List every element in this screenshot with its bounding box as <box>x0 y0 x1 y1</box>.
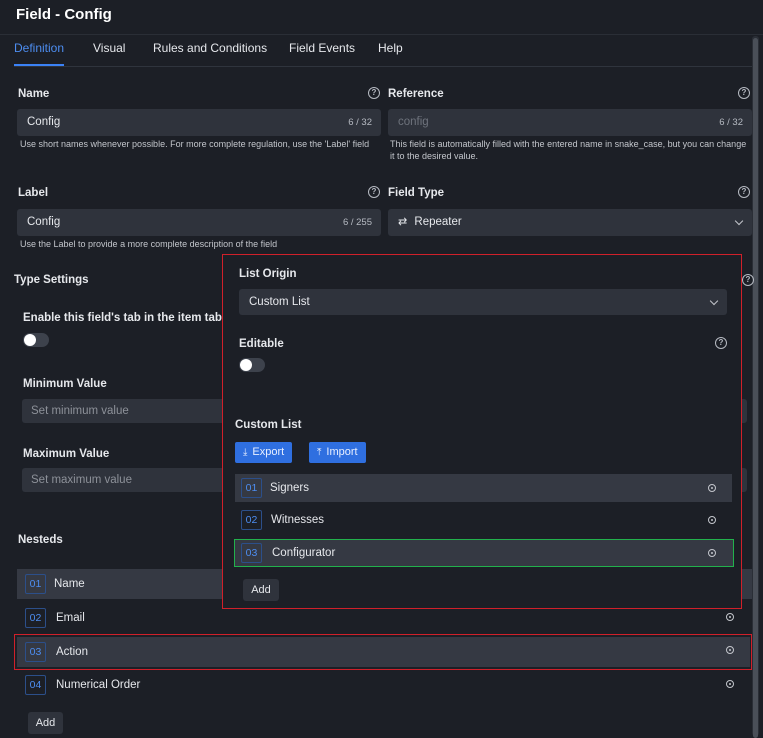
list-origin-value: Custom List <box>249 296 310 308</box>
tab-field-events[interactable]: Field Events <box>289 41 355 55</box>
label-hint: Use the Label to provide a more complete… <box>20 239 278 249</box>
export-label: Export <box>252 446 285 458</box>
reference-counter: 6 / 32 <box>719 117 743 128</box>
help-icon[interactable]: ? <box>368 87 380 99</box>
item-label: Action <box>56 646 88 658</box>
help-icon[interactable]: ? <box>715 337 727 349</box>
import-label: Import <box>326 446 358 458</box>
field-type-label: Field Type <box>388 187 445 199</box>
scrollbar-thumb[interactable] <box>753 38 758 738</box>
name-input[interactable]: Config 6 / 32 <box>17 109 381 136</box>
reference-input[interactable]: config 6 / 32 <box>388 109 752 136</box>
gear-icon[interactable] <box>708 516 716 524</box>
maximum-value-placeholder: Set maximum value <box>31 474 132 486</box>
item-label: Email <box>56 612 85 624</box>
maximum-value-label: Maximum Value <box>23 448 110 460</box>
list-origin-label: List Origin <box>239 268 297 280</box>
item-number: 04 <box>25 675 46 695</box>
name-label: Name <box>18 88 50 100</box>
tab-visual[interactable]: Visual <box>93 41 125 55</box>
reference-placeholder: config <box>398 116 429 128</box>
list-item[interactable]: 03 Configurator <box>234 539 734 567</box>
minimum-value-placeholder: Set minimum value <box>31 405 129 417</box>
custom-list-label: Custom List <box>235 419 302 431</box>
item-label: Numerical Order <box>56 679 141 691</box>
field-type-select[interactable]: ⇄ Repeater <box>388 209 752 236</box>
item-number: 02 <box>241 510 262 530</box>
item-number: 03 <box>25 642 46 662</box>
gear-icon[interactable] <box>726 680 734 688</box>
item-number: 01 <box>25 574 46 594</box>
gear-icon[interactable] <box>708 484 716 492</box>
tab-help[interactable]: Help <box>378 41 403 55</box>
help-icon[interactable]: ? <box>738 186 750 198</box>
name-value: Config <box>27 116 61 128</box>
help-icon[interactable]: ? <box>368 186 380 198</box>
name-hint: Use short names whenever possible. For m… <box>20 139 370 149</box>
label-label: Label <box>18 187 49 199</box>
reference-label: Reference <box>388 88 444 100</box>
download-icon: ⤓ <box>243 447 248 458</box>
list-item[interactable]: 04 Numerical Order <box>17 670 752 700</box>
minimum-value-label: Minimum Value <box>23 378 107 390</box>
list-item[interactable]: 03 Action <box>17 637 750 667</box>
editable-label: Editable <box>239 338 284 350</box>
help-icon[interactable]: ? <box>738 87 750 99</box>
import-button[interactable]: ⤒ Import <box>309 442 366 463</box>
chevron-down-icon <box>709 296 719 306</box>
reference-hint: This field is automatically filled with … <box>390 139 747 161</box>
page-title: Field - Config <box>16 6 112 23</box>
item-label: Configurator <box>272 547 336 559</box>
item-label: Name <box>54 578 85 590</box>
list-item[interactable]: 01 Signers <box>235 474 732 502</box>
item-number: 03 <box>241 543 262 563</box>
tabs-divider <box>14 66 752 67</box>
gear-icon[interactable] <box>708 549 716 557</box>
editable-toggle[interactable] <box>239 358 265 372</box>
gear-icon[interactable] <box>726 646 734 654</box>
tab-rules-and-conditions[interactable]: Rules and Conditions <box>153 41 267 55</box>
add-nested-button[interactable]: Add <box>28 712 63 734</box>
enable-tab-label: Enable this field's tab in the item tabl… <box>23 312 232 324</box>
add-list-item-button[interactable]: Add <box>243 579 279 601</box>
gear-icon[interactable] <box>726 613 734 621</box>
name-counter: 6 / 32 <box>348 117 372 128</box>
label-input[interactable]: Config 6 / 255 <box>17 209 381 236</box>
nesteds-title: Nesteds <box>18 534 63 546</box>
list-item[interactable]: 02 Witnesses <box>235 506 732 534</box>
enable-tab-toggle[interactable] <box>23 333 49 347</box>
label-value: Config <box>27 216 61 228</box>
field-type-value: Repeater <box>414 216 462 228</box>
item-label: Signers <box>270 482 309 494</box>
item-number: 01 <box>241 478 262 498</box>
label-counter: 6 / 255 <box>342 217 372 228</box>
type-settings-title: Type Settings <box>14 274 89 286</box>
tab-definition[interactable]: Definition <box>14 41 64 55</box>
active-tab-indicator <box>14 64 64 66</box>
header-divider <box>0 34 763 35</box>
item-number: 02 <box>25 608 46 628</box>
help-icon[interactable]: ? <box>742 274 754 286</box>
list-origin-popup: List Origin Custom List Editable ? Custo… <box>222 254 742 609</box>
repeat-icon: ⇄ <box>398 216 408 228</box>
chevron-down-icon <box>734 216 744 226</box>
item-label: Witnesses <box>271 514 325 526</box>
export-button[interactable]: ⤓ Export <box>235 442 293 463</box>
upload-icon: ⤒ <box>317 447 322 458</box>
list-origin-select[interactable]: Custom List <box>239 289 727 315</box>
